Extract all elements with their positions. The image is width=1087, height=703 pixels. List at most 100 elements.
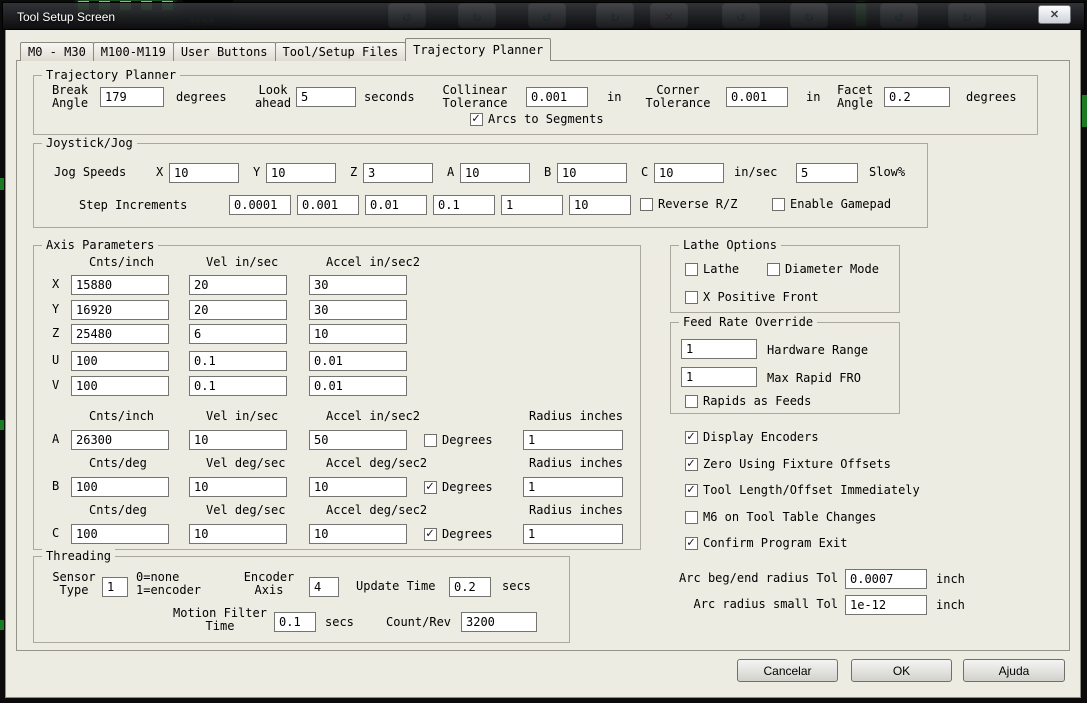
jog-speed-z-input[interactable]: [363, 163, 433, 183]
m6-on-tool-table-changes-label: M6 on Tool Table Changes: [703, 510, 877, 524]
hardware-range-input[interactable]: [681, 339, 757, 359]
axis-z-cnts-input[interactable]: [71, 324, 169, 344]
encoder-axis-input[interactable]: [309, 577, 339, 597]
axis-x-vel-input[interactable]: [189, 275, 287, 295]
axis-b-cnts-input[interactable]: [71, 477, 169, 497]
jog-slow-percent-input[interactable]: [796, 163, 858, 183]
axis-a-accel-header: Accel in/sec2: [326, 409, 420, 423]
arc-beg-end-radius-tol-label: Arc beg/end radius Tol: [679, 571, 838, 585]
axis-a-radius-input[interactable]: [523, 430, 623, 450]
axis-y-vel-input[interactable]: [189, 300, 287, 320]
count-per-rev-input[interactable]: [461, 612, 537, 632]
max-rapid-fro-input[interactable]: [681, 367, 757, 387]
confirm-program-exit-checkbox[interactable]: Confirm Program Exit: [685, 535, 848, 550]
axis-c-degrees-label: Degrees: [442, 527, 493, 541]
background-fragment: [0, 420, 4, 430]
axis-a-vel-input[interactable]: [189, 430, 287, 450]
jog-speeds-label: Jog Speeds: [54, 165, 127, 179]
step-increment-2-input[interactable]: [297, 195, 359, 215]
step-increment-1-input[interactable]: [229, 195, 291, 215]
axis-c-vel-input[interactable]: [189, 524, 287, 544]
window-close-button[interactable]: ✕: [1038, 5, 1071, 24]
axis-z-accel-input[interactable]: [309, 324, 407, 344]
axis-y-accel-input[interactable]: [309, 300, 407, 320]
checkbox-box: [685, 262, 698, 276]
jog-slow-percent-label: Slow%: [869, 165, 906, 179]
jog-speed-x-input[interactable]: [169, 163, 239, 183]
jog-speed-y-input[interactable]: [266, 163, 336, 183]
help-button[interactable]: Ajuda: [963, 659, 1065, 682]
axis-a-degrees-checkbox[interactable]: Degrees: [424, 433, 493, 447]
axis-u-label: U: [52, 353, 60, 367]
checkbox-box: [767, 262, 780, 276]
step-increment-4-input[interactable]: [433, 195, 495, 215]
rapids-as-feeds-checkbox[interactable]: Rapids as Feeds: [685, 394, 811, 408]
axis-b-accel-input[interactable]: [309, 477, 407, 497]
look-ahead-input[interactable]: [296, 87, 356, 107]
axis-v-vel-input[interactable]: [189, 376, 287, 396]
tab-tool-setup-files[interactable]: Tool/Setup Files: [274, 42, 407, 61]
tool-length-offset-immediately-checkbox[interactable]: Tool Length/Offset Immediately: [685, 482, 920, 497]
tab-user-buttons[interactable]: User Buttons: [172, 42, 276, 61]
tab-trajectory-planner[interactable]: Trajectory Planner: [405, 38, 552, 61]
jog-speed-a-input[interactable]: [460, 163, 530, 183]
axis-u-vel-input[interactable]: [189, 351, 287, 371]
break-angle-input[interactable]: [100, 87, 164, 107]
diameter-mode-checkbox[interactable]: Diameter Mode: [767, 262, 879, 276]
axis-u-accel-input[interactable]: [309, 351, 407, 371]
threading-group-legend: Threading: [42, 549, 116, 563]
axis-x-accel-input[interactable]: [309, 275, 407, 295]
axis-y-cnts-input[interactable]: [71, 300, 169, 320]
axis-c-cnts-input[interactable]: [71, 524, 169, 544]
sensor-type-input[interactable]: [102, 577, 128, 597]
axis-x-cnts-input[interactable]: [71, 275, 169, 295]
axis-v-cnts-input[interactable]: [71, 376, 169, 396]
jog-axis-b-label: B: [544, 165, 552, 179]
tab-m100-m119[interactable]: M100-M119: [92, 42, 174, 61]
lathe-options-group: Lathe Options Lathe Diameter Mode X Posi…: [670, 238, 900, 313]
axis-b-label: B: [52, 479, 60, 493]
step-increment-3-input[interactable]: [365, 195, 427, 215]
step-increment-5-input[interactable]: [501, 195, 563, 215]
display-encoders-checkbox[interactable]: Display Encoders: [685, 429, 819, 444]
axis-z-vel-input[interactable]: [189, 324, 287, 344]
facet-angle-input[interactable]: [884, 87, 950, 107]
corner-tolerance-input[interactable]: [726, 87, 788, 107]
window-titlebar[interactable]: Tool Setup Screen: [2, 2, 1085, 30]
jog-speed-b-input[interactable]: [557, 163, 627, 183]
reverse-rz-checkbox[interactable]: Reverse R/Z: [640, 197, 737, 211]
zero-using-fixture-offsets-checkbox[interactable]: Zero Using Fixture Offsets: [685, 456, 891, 471]
axis-v-label: V: [52, 378, 60, 392]
cancel-button[interactable]: Cancelar: [737, 659, 838, 682]
axis-c-accel-input[interactable]: [309, 524, 407, 544]
axis-u-cnts-input[interactable]: [71, 351, 169, 371]
m6-on-tool-table-changes-checkbox[interactable]: M6 on Tool Table Changes: [685, 510, 876, 524]
collinear-tolerance-input[interactable]: [526, 87, 588, 107]
arcs-to-segments-checkbox[interactable]: Arcs to Segments: [470, 111, 604, 126]
axis-y-label: Y: [52, 302, 60, 316]
lathe-checkbox[interactable]: Lathe: [685, 262, 739, 276]
x-positive-front-checkbox[interactable]: X Positive Front: [685, 290, 819, 304]
update-time-input[interactable]: [449, 577, 491, 597]
joystick-jog-group: Joystick/Jog Jog Speeds X Y Z A B C in/s…: [33, 136, 928, 228]
arc-beg-end-radius-tol-input[interactable]: [845, 569, 927, 589]
ok-button[interactable]: OK: [851, 659, 952, 682]
axis-v-accel-input[interactable]: [309, 376, 407, 396]
checkbox-box: [640, 197, 653, 211]
jog-axis-z-label: Z: [350, 165, 358, 179]
motion-filter-time-label: Motion Filter Time: [173, 606, 267, 633]
axis-a-accel-input[interactable]: [309, 430, 407, 450]
axis-c-radius-input[interactable]: [523, 524, 623, 544]
axis-b-vel-input[interactable]: [189, 477, 287, 497]
confirm-program-exit-label: Confirm Program Exit: [703, 536, 848, 550]
axis-a-cnts-input[interactable]: [71, 430, 169, 450]
jog-speed-c-input[interactable]: [654, 163, 724, 183]
axis-b-degrees-checkbox[interactable]: Degrees: [424, 479, 493, 494]
enable-gamepad-checkbox[interactable]: Enable Gamepad: [772, 197, 891, 211]
axis-b-radius-input[interactable]: [523, 477, 623, 497]
step-increment-6-input[interactable]: [569, 195, 631, 215]
motion-filter-time-input[interactable]: [274, 612, 316, 632]
arc-radius-small-tol-input[interactable]: [845, 595, 927, 615]
axis-c-degrees-checkbox[interactable]: Degrees: [424, 526, 493, 541]
tab-m0-m30[interactable]: M0 - M30: [20, 42, 94, 61]
